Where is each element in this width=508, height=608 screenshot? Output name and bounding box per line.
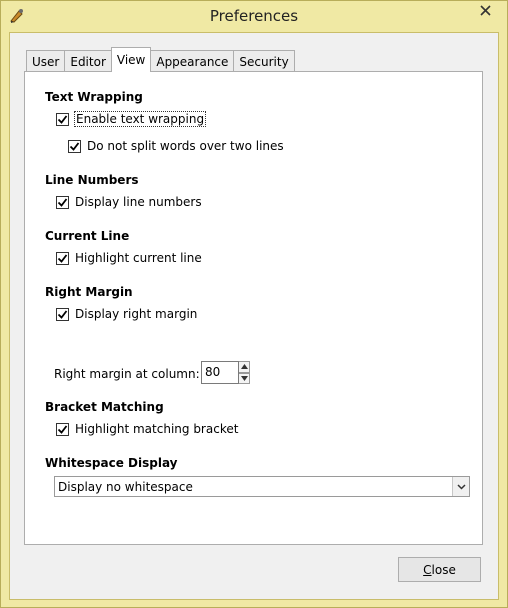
- highlight-matching-bracket-label: Highlight matching bracket: [75, 422, 239, 436]
- whitespace-display-value: Display no whitespace: [58, 479, 193, 494]
- no-split-words-option[interactable]: Do not split words over two lines: [68, 139, 284, 153]
- tab-view[interactable]: View: [110, 47, 152, 72]
- right-margin-heading: Right Margin: [45, 285, 133, 299]
- tab-security[interactable]: Security: [233, 50, 295, 72]
- triangle-down-icon: [240, 375, 248, 381]
- highlight-matching-bracket-option[interactable]: Highlight matching bracket: [56, 422, 238, 436]
- highlight-matching-bracket-checkbox[interactable]: [56, 422, 69, 436]
- close-button-mnemonic: C: [423, 562, 432, 577]
- text-wrapping-heading: Text Wrapping: [45, 90, 143, 104]
- tab-appearance[interactable]: Appearance: [150, 50, 235, 72]
- check-icon: [57, 114, 68, 124]
- check-icon: [57, 309, 68, 319]
- check-icon: [57, 253, 68, 263]
- whitespace-display-select[interactable]: Display no whitespace: [54, 476, 470, 497]
- close-icon: [479, 5, 491, 19]
- whitespace-display-heading: Whitespace Display: [45, 456, 178, 470]
- right-margin-column-input[interactable]: 80: [201, 361, 239, 384]
- bracket-matching-heading: Bracket Matching: [45, 400, 164, 414]
- display-right-margin-option[interactable]: Display right margin: [56, 307, 197, 321]
- highlight-current-line-checkbox[interactable]: [56, 251, 69, 265]
- no-split-words-checkbox[interactable]: [68, 139, 81, 153]
- line-numbers-heading: Line Numbers: [45, 173, 139, 187]
- check-icon: [57, 424, 68, 434]
- check-icon: [69, 141, 80, 151]
- stepper-buttons: [239, 361, 250, 384]
- display-right-margin-label: Display right margin: [75, 307, 198, 321]
- tab-user[interactable]: User: [26, 50, 66, 72]
- chevron-down-icon[interactable]: [452, 477, 469, 496]
- enable-text-wrapping-checkbox[interactable]: [56, 112, 69, 126]
- right-margin-column-stepper[interactable]: 80: [201, 361, 251, 384]
- no-split-words-label: Do not split words over two lines: [87, 139, 284, 153]
- enable-text-wrapping-label: Enable text wrapping: [73, 111, 207, 127]
- highlight-current-line-label: Highlight current line: [75, 251, 202, 265]
- tab-bar: User Editor View Appearance Security: [26, 47, 295, 72]
- display-right-margin-checkbox[interactable]: [56, 307, 69, 321]
- preferences-window: Preferences User Editor View Appearance …: [0, 0, 508, 608]
- close-button-label: lose: [431, 562, 456, 577]
- window-close-button[interactable]: [469, 2, 501, 22]
- right-margin-column-label: Right margin at column:: [54, 367, 200, 381]
- triangle-up-icon: [240, 364, 248, 370]
- display-line-numbers-checkbox[interactable]: [56, 195, 69, 209]
- check-icon: [57, 197, 68, 207]
- highlight-current-line-option[interactable]: Highlight current line: [56, 251, 202, 265]
- close-button[interactable]: Close: [398, 557, 481, 582]
- display-line-numbers-option[interactable]: Display line numbers: [56, 195, 202, 209]
- stepper-down-button[interactable]: [239, 372, 250, 384]
- title-bar[interactable]: Preferences: [1, 1, 507, 32]
- enable-text-wrapping-option[interactable]: Enable text wrapping: [56, 111, 207, 127]
- tab-editor[interactable]: Editor: [64, 50, 112, 72]
- window-title: Preferences: [209, 7, 299, 25]
- current-line-heading: Current Line: [45, 229, 130, 243]
- display-line-numbers-label: Display line numbers: [75, 195, 202, 209]
- dialog-client-area: User Editor View Appearance Security Tex…: [9, 32, 499, 600]
- stepper-up-button[interactable]: [239, 361, 250, 373]
- view-tab-panel: Text Wrapping Enable text wrapping Do no…: [24, 71, 483, 545]
